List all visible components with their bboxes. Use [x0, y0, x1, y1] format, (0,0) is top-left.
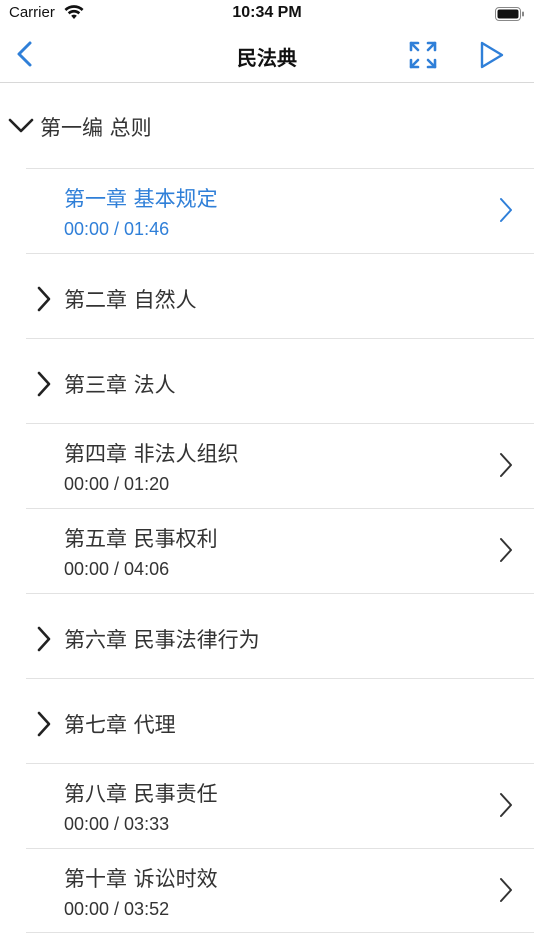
chapter-row-4[interactable]: 第四章 非法人组织 00:00 / 01:20	[26, 423, 534, 508]
chapter-title: 第七章 代理	[64, 713, 176, 737]
chapter-row-8[interactable]: 第八章 民事责任 00:00 / 03:33	[26, 763, 534, 848]
chevron-right-icon	[36, 371, 52, 401]
chapter-title: 第六章 民事法律行为	[64, 628, 260, 652]
chapter-title: 第一章 基本规定	[64, 187, 218, 211]
chapter-duration: 00:00 / 01:46	[64, 219, 170, 239]
section-label: 第一编 总则	[40, 116, 152, 140]
expand-arrows-icon[interactable]	[408, 40, 438, 70]
clock: 10:34 PM	[232, 4, 302, 21]
chapter-title: 第八章 民事责任	[64, 782, 218, 806]
battery-icon	[495, 6, 525, 25]
section-header[interactable]: 第一编 总则	[0, 83, 534, 168]
chapter-duration: 00:00 / 04:06	[64, 559, 170, 579]
chapter-duration: 00:00 / 01:20	[64, 474, 170, 494]
status-bar: Carrier 10:34 PM	[0, 0, 534, 28]
chapter-group-7[interactable]: 第七章 代理	[26, 678, 534, 763]
chapter-title: 第二章 自然人	[64, 288, 197, 312]
play-icon[interactable]	[478, 40, 506, 70]
chapter-title: 第五章 民事权利	[64, 527, 218, 551]
chapter-title: 第三章 法人	[64, 373, 176, 397]
navigation-bar: 民法典	[0, 28, 534, 83]
chevron-right-icon	[498, 792, 514, 822]
chapter-title: 第四章 非法人组织	[64, 442, 239, 466]
chevron-right-icon	[36, 626, 52, 656]
chapter-title: 第十章 诉讼时效	[64, 867, 218, 891]
chapter-group-3[interactable]: 第三章 法人	[26, 338, 534, 423]
chevron-right-icon	[498, 877, 514, 907]
chevron-right-icon	[498, 452, 514, 482]
chapter-row-1[interactable]: 第一章 基本规定 00:00 / 01:46	[26, 168, 534, 253]
chapter-row-5[interactable]: 第五章 民事权利 00:00 / 04:06	[26, 508, 534, 593]
chapter-duration: 00:00 / 03:33	[64, 814, 170, 834]
page-title: 民法典	[237, 46, 297, 70]
chapter-row-10[interactable]: 第十章 诉讼时效 00:00 / 03:52	[26, 848, 534, 933]
chevron-right-icon	[36, 711, 52, 741]
chapter-group-6[interactable]: 第六章 民事法律行为	[26, 593, 534, 678]
chevron-right-icon	[498, 537, 514, 567]
chevron-down-icon	[8, 117, 34, 139]
chapter-group-2[interactable]: 第二章 自然人	[26, 253, 534, 338]
chapter-duration: 00:00 / 03:52	[64, 899, 170, 919]
chevron-right-icon	[498, 197, 514, 227]
chapter-list: 第一编 总则 第一章 基本规定 00:00 / 01:46 第二章 自然人 第三…	[0, 83, 534, 933]
chevron-right-icon	[36, 286, 52, 316]
